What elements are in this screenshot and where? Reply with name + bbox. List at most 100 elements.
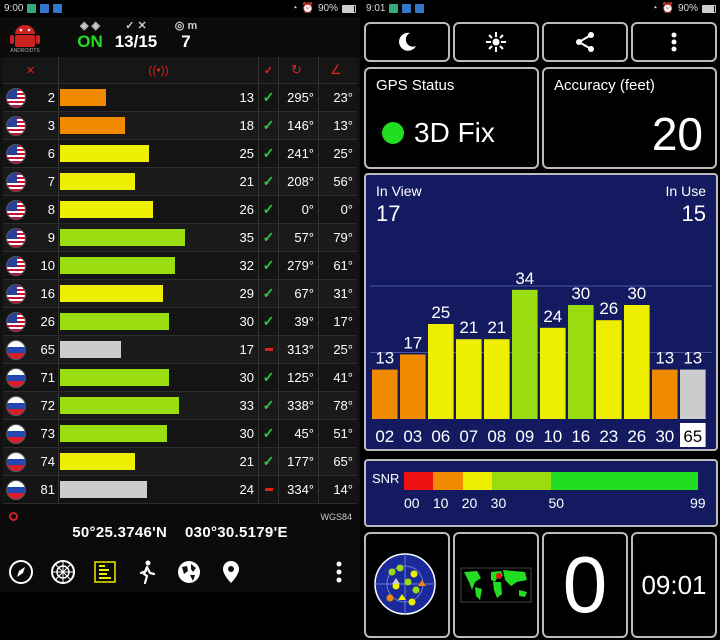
bar-value-label: 30 [627, 284, 646, 303]
compass-icon[interactable] [0, 552, 42, 592]
elevation-cell: 79° [333, 230, 353, 245]
snr-cell: 24 [59, 476, 259, 503]
russia-flag-icon [6, 423, 26, 444]
category-label: 08 [487, 427, 506, 446]
walk-icon[interactable] [126, 552, 168, 592]
used-check-icon: ✓ [262, 425, 275, 441]
location-pin-icon[interactable] [210, 552, 252, 592]
globe-icon[interactable] [168, 552, 210, 592]
table-row[interactable]: 26 30 ✓ 39° 17° [3, 308, 357, 336]
prn-number: 26 [40, 314, 55, 329]
skyview-radar-icon [374, 553, 436, 615]
not-used-icon [264, 348, 273, 351]
accuracy-value: 20 [651, 108, 703, 160]
elevation-cell: 51° [333, 426, 353, 441]
prn-column-icon[interactable]: ✕ [3, 57, 59, 83]
used-check-icon: ✓ [262, 369, 275, 385]
used-cell: ✓ [259, 84, 279, 111]
table-row[interactable]: 8 26 ✓ 0° 0° [3, 196, 357, 224]
used-check-icon: ✓ [262, 229, 275, 245]
table-row[interactable]: 2 13 ✓ 295° 23° [3, 84, 357, 112]
azimuth-cell: 177° [279, 448, 319, 475]
share-icon [576, 32, 594, 52]
counter-tile[interactable]: 0 [542, 532, 628, 638]
not-used-icon [264, 488, 273, 491]
table-row[interactable]: 81 24 334° 14° [3, 476, 357, 504]
elevation-cell: 65° [333, 454, 353, 469]
used-check-icon: ✓ [262, 257, 275, 273]
snr-bar [60, 341, 122, 358]
snr-title: SNR [372, 471, 400, 486]
bar-value-label: 30 [571, 284, 590, 303]
prn-number: 73 [40, 426, 55, 441]
bars-icon[interactable] [84, 552, 126, 592]
bar-value-label: 13 [683, 349, 702, 368]
accuracy-tile[interactable]: Accuracy (feet) 20 [542, 67, 717, 169]
usa-flag-icon [6, 171, 26, 192]
gps-status-tile[interactable]: GPS Status 3D Fix [364, 67, 539, 169]
overflow-menu-button[interactable] [631, 22, 717, 62]
radar-icon[interactable] [42, 552, 84, 592]
elevation-cell: 0° [340, 202, 353, 217]
table-row[interactable]: 65 17 313° 25° [3, 336, 357, 364]
world-map-tile[interactable] [453, 532, 539, 638]
day-mode-button[interactable] [453, 22, 539, 62]
table-row[interactable]: 72 33 ✓ 338° 78° [3, 392, 357, 420]
table-row[interactable]: 10 32 ✓ 279° 61° [3, 252, 357, 280]
table-row[interactable]: 3 18 ✓ 146° 13° [3, 112, 357, 140]
table-row[interactable]: 6 25 ✓ 241° 25° [3, 140, 357, 168]
table-row[interactable]: 74 21 ✓ 177° 65° [3, 448, 357, 476]
gps-status-value: 3D Fix [382, 117, 495, 149]
prn-cell: 74 [3, 448, 59, 475]
russia-flag-icon [6, 367, 26, 388]
latitude: 50°25.3746'N [72, 524, 168, 541]
elevation-column-icon[interactable]: ∠ [319, 57, 357, 83]
more-icon[interactable] [318, 552, 360, 592]
snr-value: 13 [239, 90, 254, 105]
gps-dashboard-pane: 9:01 ◔ ⏰ 90% GPS Status 3D Fix Accuracy … [362, 0, 720, 640]
elevation-cell: 41° [333, 370, 353, 385]
table-row[interactable]: 71 30 ✓ 125° 41° [3, 364, 357, 392]
russia-flag-icon [6, 451, 26, 472]
azimuth-cell: 67° [279, 280, 319, 307]
snr-bar [60, 89, 106, 106]
share-button[interactable] [542, 22, 628, 62]
used-cell: ✓ [259, 364, 279, 391]
table-row[interactable]: 73 30 ✓ 45° 51° [3, 420, 357, 448]
snr-column-icon[interactable]: ((•)) [59, 57, 259, 83]
usa-flag-icon [6, 311, 26, 332]
prn-cell: 2 [3, 84, 59, 111]
bar-value-label: 25 [431, 303, 450, 322]
category-label: 10 [543, 427, 562, 446]
clock-value: 09:01 [641, 569, 707, 600]
used-column-icon[interactable]: ✓ [259, 57, 279, 83]
snr-cell: 33 [59, 392, 259, 419]
azimuth-cell: 39° [279, 308, 319, 335]
azimuth-column-icon[interactable]: ↻ [279, 57, 319, 83]
category-label: 02 [375, 427, 394, 446]
night-mode-button[interactable] [364, 22, 450, 62]
russia-flag-icon [6, 479, 26, 500]
table-row[interactable]: 7 21 ✓ 208° 56° [3, 168, 357, 196]
table-row[interactable]: 16 29 ✓ 67° 31° [3, 280, 357, 308]
skyview-tile[interactable] [364, 532, 450, 638]
category-label: 65 [683, 427, 702, 446]
prn-cell: 81 [3, 476, 59, 503]
prn-number: 9 [47, 230, 55, 245]
android-logo-icon: ANDROIDTS [10, 25, 40, 53]
azimuth-cell: 295° [279, 84, 319, 111]
snr-tick-label: 20 [461, 495, 478, 511]
clock-tile[interactable]: 09:01 [631, 532, 717, 638]
snr-legend: SNR 00 10 20 30 50 99 [364, 459, 718, 527]
navigation-bar-spacer [0, 592, 360, 640]
table-row[interactable]: 9 35 ✓ 57° 79° [3, 224, 357, 252]
more-icon [671, 32, 677, 52]
prn-number: 6 [47, 146, 55, 161]
signal-bar-chart[interactable]: In View 17 In Use 15 13 02 17 03 25 06 21 07 21 0… [364, 173, 718, 451]
alarm-icon: ⏰ [661, 3, 674, 14]
used-check-icon: ✓ [262, 313, 275, 329]
bar-16 [568, 305, 594, 419]
used-cell: ✓ [259, 252, 279, 279]
bottom-navigation [0, 552, 360, 592]
snr-bar [60, 453, 136, 470]
